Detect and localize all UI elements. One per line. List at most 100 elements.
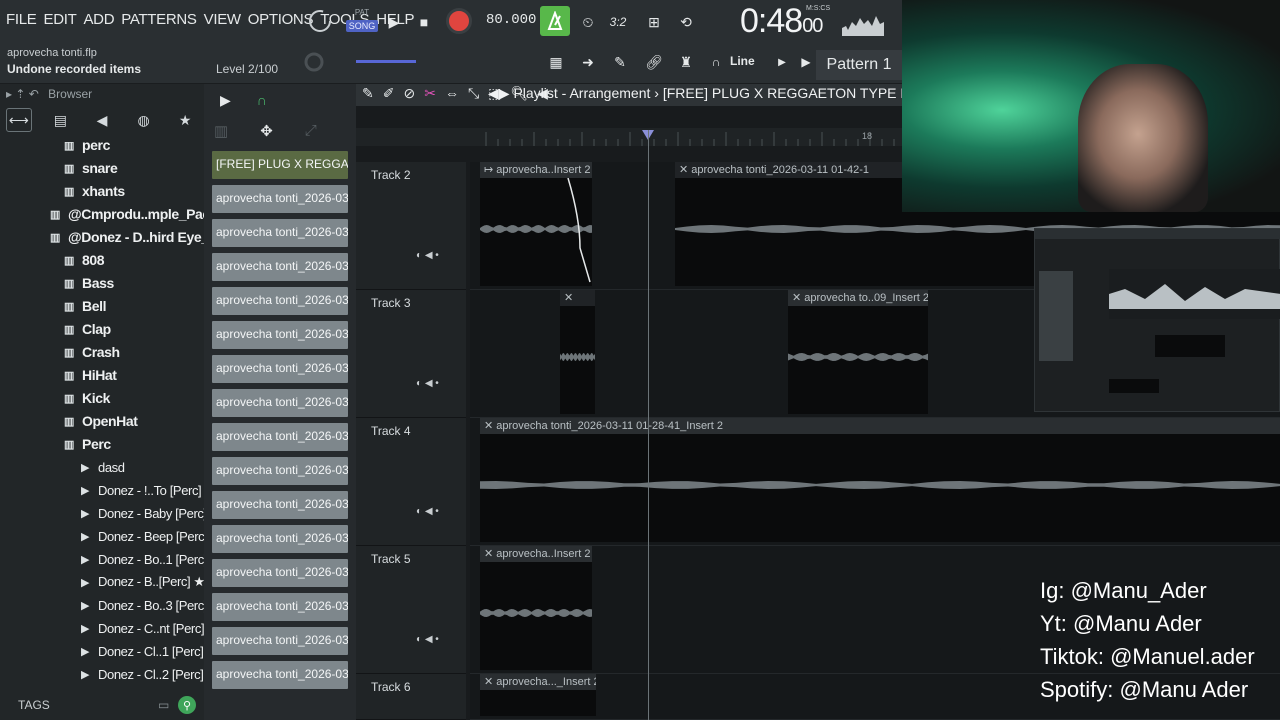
menu-edit[interactable]: EDIT — [43, 11, 76, 28]
browser-file-item[interactable]: ▶ Donez - Co..1 [Perc] — [78, 686, 204, 693]
browser-folder-item[interactable]: ▥ OpenHat — [62, 410, 138, 432]
browser-file-item[interactable]: ▶ Donez - Baby [Perc] — [78, 502, 204, 524]
piano-roll-icon[interactable]: ▦ — [544, 50, 568, 74]
all-tab-icon[interactable]: ⟷ — [6, 108, 32, 132]
magnet-snap-icon[interactable]: ∩ — [257, 92, 267, 109]
track-header[interactable]: Track 5 ◐ ◀ • — [356, 546, 466, 674]
menu-patterns[interactable]: PATTERNS — [121, 11, 197, 28]
track-header[interactable]: Track 4 ◐ ◀ • — [356, 418, 466, 546]
clip-source-item[interactable]: aprovecha tonti_2026-03... — [212, 525, 348, 553]
browser-folder-item[interactable]: ▥ @Cmprodu..mple_Pack — [48, 203, 204, 225]
track-lane[interactable]: ✕ aprovecha tonti_2026-03-11 01-28-41_In… — [470, 418, 1280, 546]
wait-for-input-icon[interactable]: ⏲ — [576, 10, 600, 34]
clip-source-item[interactable]: aprovecha tonti_2026-03... — [212, 321, 348, 349]
browser-folder-item[interactable]: ▥ xhants — [62, 180, 125, 202]
audio-clip[interactable]: ✕ aprovecha tonti_2026-03-11 01-28-41_In… — [480, 418, 1280, 542]
record-button[interactable] — [446, 8, 472, 34]
browser-file-item[interactable]: ▶ Donez - Cl..2 [Perc] — [78, 663, 204, 685]
plugins-tab-icon[interactable]: ◀ — [89, 108, 115, 132]
move-icon[interactable]: ✥ — [260, 122, 273, 140]
clip-source-item[interactable]: aprovecha tonti_2026-03... — [212, 593, 348, 621]
folder-icon[interactable]: ▭ — [158, 698, 169, 712]
undo-knob-icon[interactable] — [306, 7, 334, 35]
clip-source-item[interactable]: aprovecha tonti_2026-03... — [212, 355, 348, 383]
snap-next-icon[interactable]: ▶ — [770, 50, 794, 74]
arrow-right-icon[interactable]: ➜ — [576, 50, 600, 74]
brush-tool-icon[interactable]: ✐ — [383, 85, 395, 102]
delete-tool-icon[interactable]: ⊘ — [403, 85, 415, 102]
browser-file-item[interactable]: ▶ Donez - Bo..3 [Perc] — [78, 594, 204, 616]
clip-source-item[interactable]: aprovecha tonti_2026-03... — [212, 389, 348, 417]
audio-clip[interactable]: ✕ aprovecha..Insert 2 — [480, 546, 592, 670]
online-tab-icon[interactable]: ◍ — [131, 108, 157, 132]
pattern-song-toggle[interactable]: PAT SONG — [346, 8, 378, 36]
clip-source-item[interactable]: aprovecha tonti_2026-03... — [212, 559, 348, 587]
browser-folder-item[interactable]: ▥ Bass — [62, 272, 114, 294]
browser-folder-item[interactable]: ▥ Crash — [62, 341, 120, 363]
browser-folder-item[interactable]: ▥ Bell — [62, 295, 106, 317]
browser-file-item[interactable]: ▶ Donez - Cl..1 [Perc] — [78, 640, 204, 662]
browser-file-item[interactable]: ▶ Donez - B..[Perc] ★ — [78, 571, 204, 593]
browser-file-item[interactable]: ▶ Donez - Bo..1 [Perc] — [78, 548, 204, 570]
track-controls-icon[interactable]: ◐ ◀ • — [416, 634, 439, 645]
mute-tool-icon[interactable]: ✂ — [424, 85, 436, 102]
audio-clip[interactable]: ✕ aprovecha..._Insert 2 — [480, 674, 596, 716]
browser-folder-item[interactable]: ▥ Kick — [62, 387, 110, 409]
pencil-tool-icon[interactable]: ✎ — [362, 85, 374, 102]
audio-clip[interactable]: ✕ aprovecha to..09_Insert 2 — [788, 290, 928, 414]
clip-source-item[interactable]: aprovecha tonti_2026-03... — [212, 457, 348, 485]
play-button[interactable]: ▶ — [382, 10, 406, 34]
clip-source-item[interactable]: aprovecha tonti_2026-03... — [212, 219, 348, 247]
snap-selector[interactable]: Line — [730, 54, 755, 68]
clip-source-item[interactable]: aprovecha tonti_2026-03... — [212, 423, 348, 451]
paint-tool-icon[interactable]: ✎ — [608, 50, 632, 74]
clip-source-item[interactable]: aprovecha tonti_2026-03... — [212, 287, 348, 315]
expand-icon[interactable]: ⤢ — [305, 122, 317, 140]
track-controls-icon[interactable]: ◐ ◀ • — [416, 378, 439, 389]
browser-file-item[interactable]: ▶ Donez - Beep [Perc] — [78, 525, 204, 547]
browser-file-item[interactable]: ▶ Donez - !..To [Perc] — [78, 479, 202, 501]
clip-source-item[interactable]: [FREE] PLUG X REGGA... — [212, 151, 348, 179]
pattern-selector[interactable]: Pattern 1 — [816, 50, 902, 80]
search-icon[interactable]: ⚲ — [178, 696, 196, 714]
link-icon[interactable]: 🔗︎ — [642, 50, 666, 74]
pattern-next-icon[interactable]: ▶ — [794, 50, 818, 74]
clip-source-item[interactable]: aprovecha tonti_2026-03... — [212, 661, 348, 689]
menu-view[interactable]: VIEW — [204, 11, 241, 28]
play-arrow-icon[interactable]: ▶ — [220, 92, 231, 109]
clip-source-item[interactable]: aprovecha tonti_2026-03... — [212, 253, 348, 281]
browser-folder-item[interactable]: ▥ Perc — [62, 433, 111, 455]
mixer-icon[interactable]: ♜ — [674, 50, 698, 74]
loop-record-icon[interactable]: ⟲ — [674, 10, 698, 34]
audio-clip[interactable]: ✕ — [560, 290, 595, 414]
magnet-icon[interactable]: ∩ — [704, 50, 728, 74]
grid-icon[interactable]: ▥ — [214, 122, 228, 140]
slip-tool-icon[interactable]: ⇔ — [445, 85, 459, 102]
clip-source-item[interactable]: aprovecha tonti_2026-03... — [212, 491, 348, 519]
metronome-button[interactable] — [540, 6, 570, 36]
track-controls-icon[interactable]: ◐ ◀ • — [416, 250, 439, 261]
menu-add[interactable]: ADD — [83, 11, 114, 28]
browser-folder-item[interactable]: ▥ 808 — [62, 249, 105, 271]
browser-folder-item[interactable]: ▥ snare — [62, 157, 118, 179]
browser-folder-item[interactable]: ▥ Clap — [62, 318, 111, 340]
browser-folder-item[interactable]: ▥ @Donez - D..hird Eye_ — [48, 226, 204, 248]
track-header[interactable]: Track 6 — [356, 674, 466, 720]
browser-folder-item[interactable]: ▥ perc — [62, 142, 110, 156]
stop-button[interactable]: ■ — [412, 10, 436, 34]
slice-tool-icon[interactable]: ⤡ — [468, 85, 479, 102]
master-pitch-slider[interactable] — [356, 60, 416, 63]
typing-keyboard-icon[interactable]: ⊞ — [642, 10, 666, 34]
track-header[interactable]: Track 2 ◐ ◀ • — [356, 162, 466, 290]
tempo-display[interactable]: 80.000 — [486, 12, 536, 28]
browser-file-item[interactable]: ▶ dasd — [78, 456, 125, 478]
automation-envelope[interactable] — [480, 178, 592, 286]
browser-folder-item[interactable]: ▥ HiHat — [62, 364, 117, 386]
track-header[interactable]: Track 3 ◐ ◀ • — [356, 290, 466, 418]
menu-options[interactable]: OPTIONS — [248, 11, 314, 28]
meter-display[interactable]: 3:2 — [606, 10, 630, 34]
master-volume-knob[interactable] — [302, 50, 326, 74]
clip-source-item[interactable]: aprovecha tonti_2026-03... — [212, 185, 348, 213]
audio-clip[interactable]: ↦ aprovecha..Insert 2 — [480, 162, 592, 286]
track-controls-icon[interactable]: ◐ ◀ • — [416, 506, 439, 517]
